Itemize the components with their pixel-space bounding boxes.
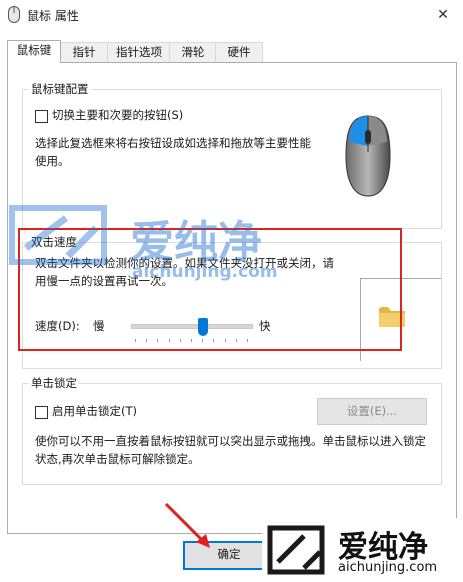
tab-wheel[interactable]: 滑轮 <box>169 42 217 62</box>
button-config-description: 选择此复选框来将右按钮设成如选择和拖放等主要性能使用。 <box>35 136 311 168</box>
watermark-brand: 爱纯净 <box>130 217 262 268</box>
button-config-label: 鼠标键配置 <box>29 81 91 97</box>
tab-buttons[interactable]: 鼠标键 <box>7 40 61 63</box>
mouse-illustration <box>345 115 391 197</box>
brand-logo: 爱纯净 aichunjing.com <box>262 518 462 582</box>
click-lock-description: 使你可以不用一直按着鼠标按钮就可以突出显示或拖拽。单击鼠标以进入锁定状态,再次单… <box>35 434 426 466</box>
tab-pointers[interactable]: 指针 <box>59 42 109 62</box>
brand-logo-icon <box>267 525 325 575</box>
arrow-annotation <box>164 502 210 548</box>
switch-buttons-label[interactable]: 切换主要和次要的按钮(S) <box>52 106 183 124</box>
title-bar: 鼠标 属性 ✕ <box>0 0 463 30</box>
mouse-icon <box>8 6 20 23</box>
click-lock-enable-label[interactable]: 启用单击锁定(T) <box>52 402 137 420</box>
watermark-logo-icon <box>9 205 107 265</box>
brand-url: aichunjing.com <box>338 560 438 575</box>
watermark-url: aichunjing.com <box>132 262 278 282</box>
window-title: 鼠标 属性 <box>27 9 79 23</box>
click-lock-settings-button[interactable]: 设置(E)... <box>317 398 427 425</box>
close-button[interactable]: ✕ <box>423 0 463 30</box>
click-lock-label: 单击锁定 <box>29 375 79 391</box>
tab-hardware[interactable]: 硬件 <box>215 42 263 62</box>
tab-pointer-options[interactable]: 指针选项 <box>107 42 171 62</box>
click-lock-checkbox[interactable] <box>35 406 48 419</box>
close-icon: ✕ <box>437 7 449 23</box>
switch-buttons-checkbox[interactable] <box>35 110 48 123</box>
